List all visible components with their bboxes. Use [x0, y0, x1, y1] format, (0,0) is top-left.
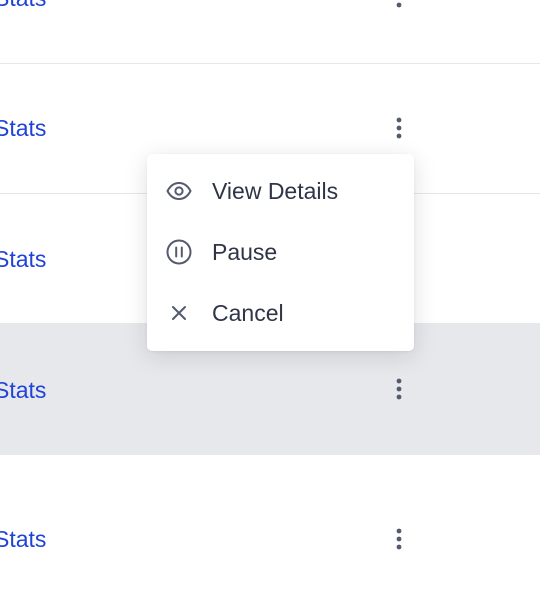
row-actions-button[interactable] — [388, 525, 410, 553]
stats-link[interactable]: Stats — [0, 245, 46, 273]
table-row: Stats — [0, 0, 540, 64]
menu-item-cancel[interactable]: Cancel — [147, 282, 414, 343]
row-actions-button[interactable] — [388, 375, 410, 403]
more-vertical-icon — [396, 378, 402, 400]
table-page: Stats Stats Stats Stats View Details Pau… — [0, 0, 540, 604]
stats-link[interactable]: Stats — [0, 0, 46, 12]
stats-link[interactable]: Stats — [0, 114, 46, 142]
menu-item-label: View Details — [212, 177, 339, 204]
more-vertical-icon — [396, 528, 402, 550]
more-vertical-icon — [396, 2, 402, 8]
row-actions-button[interactable] — [388, 114, 410, 142]
stats-link[interactable]: Stats — [0, 525, 46, 553]
menu-item-view-details[interactable]: View Details — [147, 160, 414, 221]
menu-item-label: Cancel — [212, 299, 284, 326]
row-actions-button[interactable] — [388, 0, 410, 11]
menu-item-label: Pause — [212, 238, 278, 265]
menu-item-pause[interactable]: Pause — [147, 221, 414, 282]
eye-icon — [165, 177, 193, 205]
row-action-menu: View Details Pause Cancel — [147, 154, 414, 351]
more-vertical-icon — [396, 117, 402, 139]
pause-circle-icon — [165, 238, 193, 266]
stats-link[interactable]: Stats — [0, 376, 46, 404]
close-icon — [165, 299, 193, 327]
table-row: Stats — [0, 455, 540, 604]
